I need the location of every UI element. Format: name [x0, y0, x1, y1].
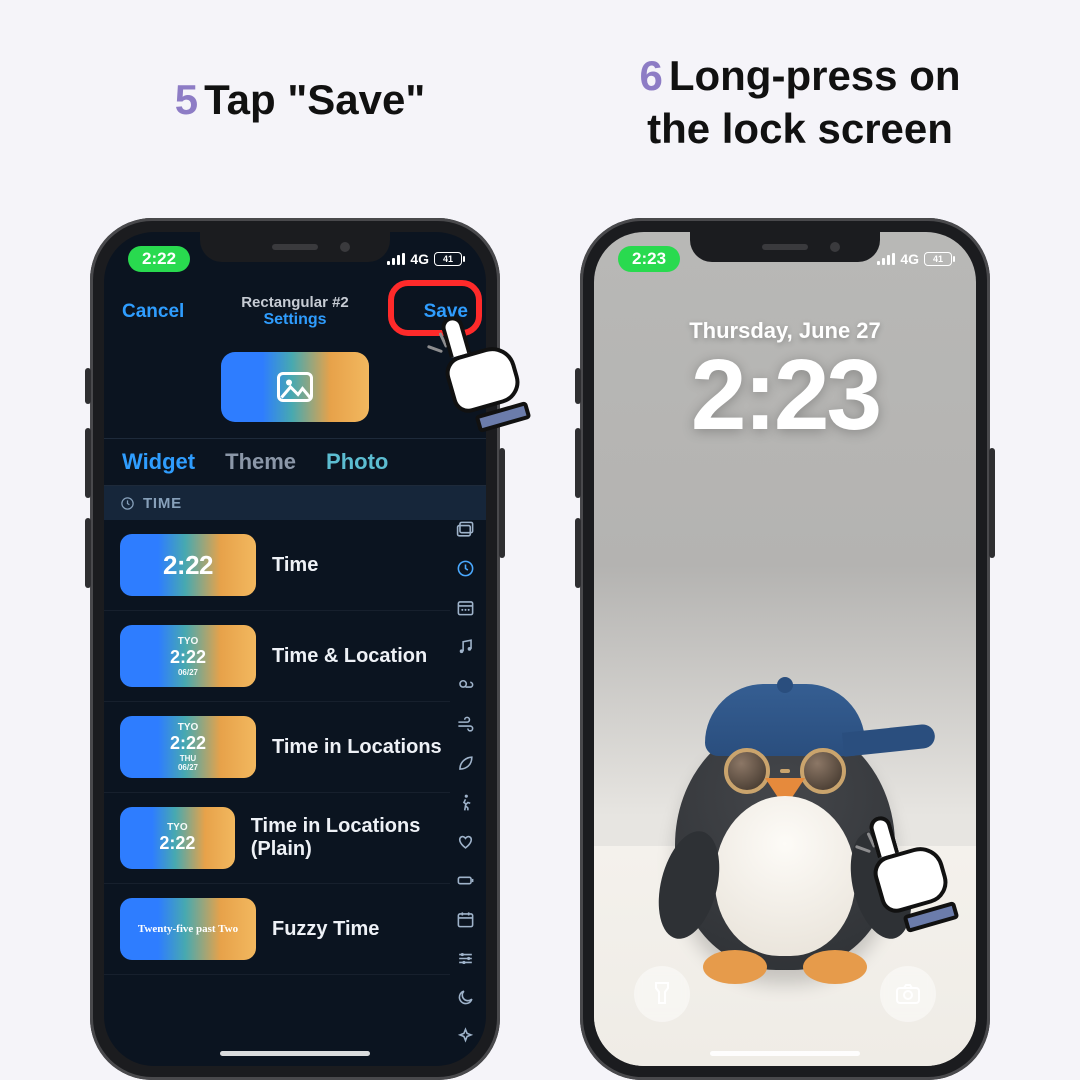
list-item[interactable]: TYO 2:22 06/27 Time & Location: [104, 611, 450, 702]
tap-indicator-icon: [848, 820, 968, 950]
notch: [200, 232, 390, 262]
widget-label: Time: [272, 554, 318, 577]
image-icon: [277, 372, 313, 402]
walk-icon[interactable]: [456, 793, 475, 812]
lock-time: 2:23: [594, 338, 976, 453]
list-item[interactable]: Twenty-five past Two Fuzzy Time: [104, 884, 450, 975]
heart-icon[interactable]: [456, 832, 475, 851]
status-time: 2:22: [128, 246, 190, 272]
widget-thumb: TYO 2:22: [120, 807, 235, 869]
phone-lock-screen: 2:23 4G 41 Thursday, June 27 2:23: [580, 218, 990, 1080]
camera-icon: [895, 983, 921, 1005]
signal-icon: [387, 253, 405, 265]
home-indicator[interactable]: [710, 1051, 860, 1056]
list-item[interactable]: TYO 2:22 Time in Locations (Plain): [104, 793, 450, 884]
battery-icon: 41: [434, 252, 462, 266]
clock-icon[interactable]: [456, 559, 475, 578]
calendar-icon[interactable]: [456, 910, 475, 929]
date-icon[interactable]: [456, 598, 475, 617]
caption-step-5: 5Tap "Save": [90, 74, 510, 127]
section-time: TIME: [104, 486, 486, 520]
widget-thumb: Twenty-five past Two: [120, 898, 256, 960]
leaf-icon[interactable]: [456, 754, 475, 773]
widget-thumb: TYO 2:22 THU 06/27: [120, 716, 256, 778]
caption-step-6: 6Long-press on the lock screen: [560, 50, 1040, 155]
weather-icon[interactable]: [456, 676, 475, 695]
tab-theme[interactable]: Theme: [225, 449, 296, 475]
tap-indicator-icon: [420, 320, 540, 450]
list-item[interactable]: 2:22 Time: [104, 520, 450, 611]
tab-widget[interactable]: Widget: [122, 449, 195, 475]
cancel-button[interactable]: Cancel: [122, 301, 184, 323]
clock-icon: [120, 496, 135, 511]
sparkle-icon[interactable]: [456, 1027, 475, 1046]
camera-button[interactable]: [880, 966, 936, 1022]
widget-thumb: 2:22: [120, 534, 256, 596]
battery-icon: 41: [924, 252, 952, 266]
notch: [690, 232, 880, 262]
status-time: 2:23: [618, 246, 680, 272]
flashlight-button[interactable]: [634, 966, 690, 1022]
widget-preview[interactable]: [221, 352, 369, 422]
network-label: 4G: [900, 251, 919, 267]
music-icon[interactable]: [456, 637, 475, 656]
signal-icon: [877, 253, 895, 265]
widget-list[interactable]: 2:22 Time TYO 2:22 06/27 Time & Location…: [104, 520, 450, 1066]
widget-label: Time in Locations: [272, 736, 442, 759]
widget-label: Time in Locations (Plain): [251, 815, 450, 861]
list-item[interactable]: TYO 2:22 THU 06/27 Time in Locations: [104, 702, 450, 793]
sliders-icon[interactable]: [456, 949, 475, 968]
home-indicator[interactable]: [220, 1051, 370, 1056]
widget-label: Fuzzy Time: [272, 918, 379, 941]
wind-icon[interactable]: [456, 715, 475, 734]
widget-label: Time & Location: [272, 645, 427, 668]
tab-photo[interactable]: Photo: [326, 449, 388, 475]
moon-icon[interactable]: [456, 988, 475, 1007]
widget-thumb: TYO 2:22 06/27: [120, 625, 256, 687]
category-rail: [452, 520, 478, 1046]
flashlight-icon: [651, 981, 673, 1007]
gallery-icon[interactable]: [456, 520, 475, 539]
battery-icon[interactable]: [456, 871, 475, 890]
network-label: 4G: [410, 251, 429, 267]
